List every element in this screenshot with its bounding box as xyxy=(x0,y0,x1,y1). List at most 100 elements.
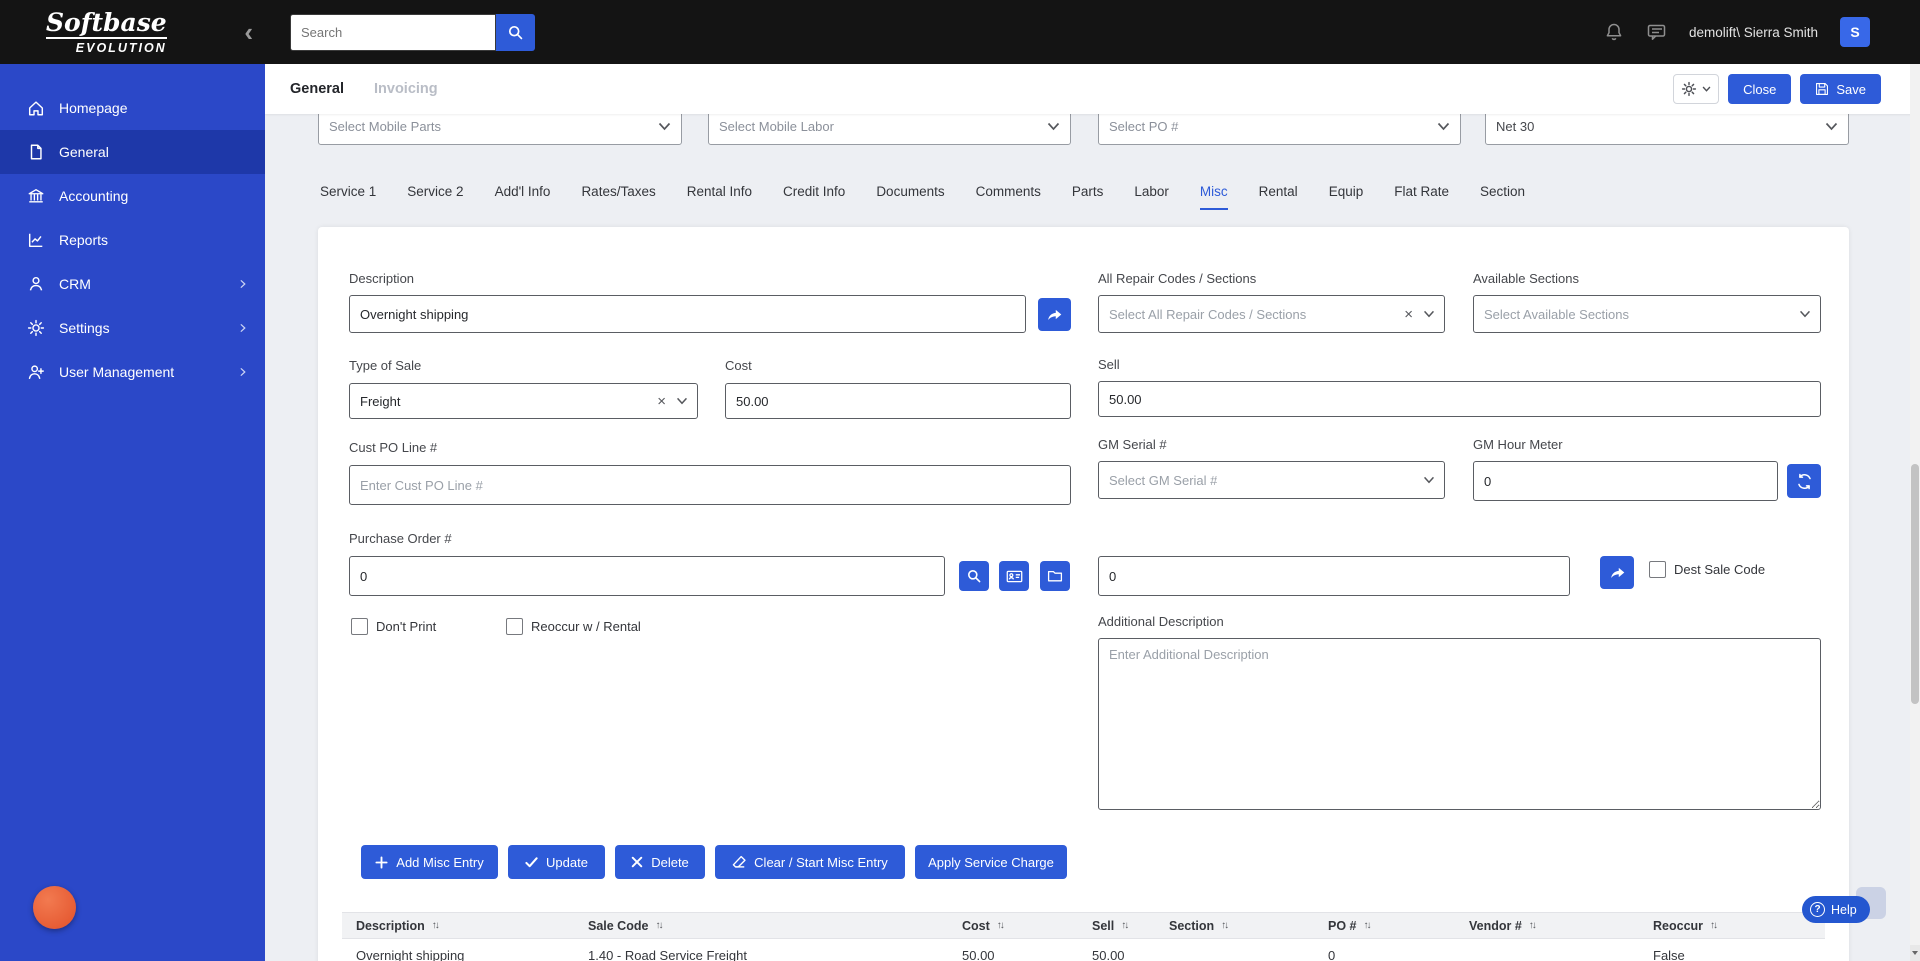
sort-icon[interactable]: ↑↓ xyxy=(1221,920,1227,931)
notifications-bell-icon[interactable] xyxy=(1604,22,1624,42)
tab-comments[interactable]: Comments xyxy=(976,184,1041,210)
forward-po-button[interactable] xyxy=(1600,556,1634,589)
tab-credit-info[interactable]: Credit Info xyxy=(783,184,845,210)
tab-invoicing[interactable]: Invoicing xyxy=(374,81,438,97)
tab-rental[interactable]: Rental xyxy=(1259,184,1298,210)
apply-service-charge-button[interactable]: Apply Service Charge xyxy=(915,845,1067,879)
chevron-down-icon xyxy=(676,397,688,405)
sidebar-collapse-icon[interactable]: ‹ xyxy=(244,19,253,45)
sidebar-item-crm[interactable]: CRM xyxy=(0,262,265,306)
col-header-description[interactable]: Description↑↓ xyxy=(342,919,574,933)
checkbox-box[interactable] xyxy=(1649,561,1666,578)
delete-button[interactable]: Delete xyxy=(615,845,705,879)
checkbox-box[interactable] xyxy=(506,618,523,635)
col-header-vendor[interactable]: Vendor #↑↓ xyxy=(1455,919,1639,933)
sort-icon[interactable]: ↑↓ xyxy=(997,920,1003,931)
clear-selection-icon[interactable]: × xyxy=(1397,306,1420,323)
additional-description-textarea[interactable] xyxy=(1098,638,1821,810)
search-input[interactable] xyxy=(290,14,496,51)
gm-serial-select[interactable]: Select GM Serial # xyxy=(1098,461,1445,499)
tab-parts[interactable]: Parts xyxy=(1072,184,1104,210)
sell-input[interactable] xyxy=(1098,381,1821,417)
tab-rental-info[interactable]: Rental Info xyxy=(687,184,752,210)
sort-icon[interactable]: ↑↓ xyxy=(655,920,661,931)
po-contact-card-button[interactable] xyxy=(999,561,1029,591)
table-row[interactable]: Overnight shipping 1.40 - Road Service F… xyxy=(342,939,1825,961)
tab-addl-info[interactable]: Add'l Info xyxy=(495,184,551,210)
sort-icon[interactable]: ↑↓ xyxy=(1364,920,1370,931)
tab-section[interactable]: Section xyxy=(1480,184,1525,210)
tab-general[interactable]: General xyxy=(290,81,344,97)
col-header-reoccur[interactable]: Reoccur↑↓ xyxy=(1639,919,1825,933)
close-button[interactable]: Close xyxy=(1728,74,1791,104)
chevron-down-icon xyxy=(1437,122,1450,131)
po-folder-button[interactable] xyxy=(1040,561,1070,591)
chevron-down-icon xyxy=(1702,86,1711,92)
refresh-hour-meter-button[interactable] xyxy=(1787,464,1821,498)
sidebar-item-label: Accounting xyxy=(59,188,249,204)
update-button[interactable]: Update xyxy=(508,845,605,879)
avatar[interactable]: S xyxy=(1840,17,1870,47)
tab-equip[interactable]: Equip xyxy=(1329,184,1364,210)
help-button[interactable]: ? Help xyxy=(1802,896,1870,923)
dont-print-label: Don't Print xyxy=(376,619,436,634)
save-button[interactable]: Save xyxy=(1800,74,1881,104)
col-header-sell[interactable]: Sell↑↓ xyxy=(1078,919,1155,933)
tab-flat-rate[interactable]: Flat Rate xyxy=(1394,184,1449,210)
sort-icon[interactable]: ↑↓ xyxy=(1710,920,1716,931)
cell-po: 0 xyxy=(1314,948,1455,961)
user-plus-icon xyxy=(27,363,45,381)
add-misc-entry-button[interactable]: Add Misc Entry xyxy=(361,845,498,879)
sort-icon[interactable]: ↑↓ xyxy=(1121,920,1127,931)
additional-description-label: Additional Description xyxy=(1098,614,1224,629)
sidebar-item-reports[interactable]: Reports xyxy=(0,218,265,262)
col-header-po[interactable]: PO #↑↓ xyxy=(1314,919,1455,933)
tab-service-2[interactable]: Service 2 xyxy=(407,184,463,210)
available-sections-select[interactable]: Select Available Sections xyxy=(1473,295,1821,333)
type-of-sale-select[interactable]: Freight × xyxy=(349,383,698,419)
repair-codes-select[interactable]: Select All Repair Codes / Sections × xyxy=(1098,295,1445,333)
chat-beacon-button[interactable] xyxy=(33,886,76,929)
repair-codes-label: All Repair Codes / Sections xyxy=(1098,271,1256,286)
scrollbar-down-button[interactable] xyxy=(1910,945,1920,961)
po-search-button[interactable] xyxy=(959,561,989,591)
tab-documents[interactable]: Documents xyxy=(876,184,944,210)
sidebar-item-homepage[interactable]: Homepage xyxy=(0,86,265,130)
tab-rates-taxes[interactable]: Rates/Taxes xyxy=(581,184,655,210)
dest-sale-code-checkbox[interactable]: Dest Sale Code xyxy=(1649,561,1765,578)
gm-hour-meter-input[interactable] xyxy=(1473,461,1778,501)
tab-service-1[interactable]: Service 1 xyxy=(320,184,376,210)
share-arrow-icon xyxy=(1609,564,1626,581)
settings-dropdown-button[interactable] xyxy=(1673,74,1719,104)
purchase-order-input[interactable] xyxy=(349,556,945,596)
sidebar-item-accounting[interactable]: Accounting xyxy=(0,174,265,218)
secondary-po-input[interactable] xyxy=(1098,556,1570,596)
description-input[interactable] xyxy=(349,295,1026,333)
sidebar-item-user-management[interactable]: User Management xyxy=(0,350,265,394)
softbase-logo: Softbase EVOLUTION xyxy=(46,10,167,55)
sort-icon[interactable]: ↑↓ xyxy=(1529,920,1535,931)
scrollbar-thumb[interactable] xyxy=(1911,464,1919,704)
col-header-sale-code[interactable]: Sale Code↑↓ xyxy=(574,919,948,933)
cost-input[interactable] xyxy=(725,383,1071,419)
messages-icon[interactable] xyxy=(1646,22,1667,42)
col-header-section[interactable]: Section↑↓ xyxy=(1155,919,1314,933)
clear-selection-icon[interactable]: × xyxy=(650,393,673,410)
chevron-right-icon xyxy=(237,278,249,290)
dont-print-checkbox[interactable]: Don't Print xyxy=(351,618,436,635)
col-header-cost[interactable]: Cost↑↓ xyxy=(948,919,1078,933)
vertical-scrollbar[interactable] xyxy=(1910,64,1920,961)
clear-misc-entry-button[interactable]: Clear / Start Misc Entry xyxy=(715,845,905,879)
sidebar-item-settings[interactable]: Settings xyxy=(0,306,265,350)
tab-labor[interactable]: Labor xyxy=(1134,184,1169,210)
gm-serial-placeholder: Select GM Serial # xyxy=(1109,473,1217,488)
search-button[interactable] xyxy=(496,14,535,51)
tab-misc[interactable]: Misc xyxy=(1200,184,1228,210)
sort-icon[interactable]: ↑↓ xyxy=(432,920,438,931)
cust-po-line-input[interactable] xyxy=(349,465,1071,505)
checkbox-box[interactable] xyxy=(351,618,368,635)
sidebar-item-general[interactable]: General xyxy=(0,130,265,174)
gear-icon xyxy=(27,319,45,337)
reoccur-rental-checkbox[interactable]: Reoccur w / Rental xyxy=(506,618,641,635)
forward-description-button[interactable] xyxy=(1038,298,1071,331)
